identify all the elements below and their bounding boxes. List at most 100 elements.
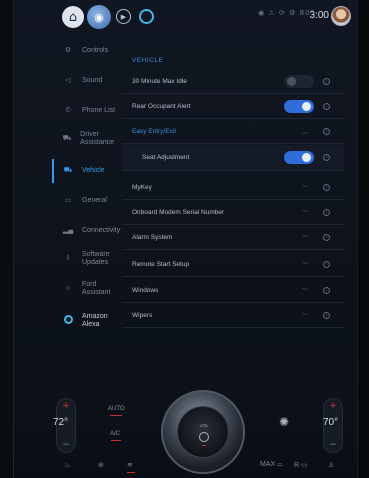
temp-down-icon[interactable]: − bbox=[57, 440, 75, 450]
sidebar-item-driver-assistance[interactable]: ⛟ Driver Assistance bbox=[14, 128, 114, 150]
row-windows[interactable]: Windows ﹀ i bbox=[122, 279, 344, 303]
rear-defrost-button[interactable]: R ▭ bbox=[294, 461, 308, 469]
steering-heat-icon[interactable]: ⊛ bbox=[98, 461, 104, 469]
rear-occupant-alert-toggle[interactable] bbox=[284, 100, 314, 113]
sidebar-item-label: Software Updates bbox=[82, 250, 110, 266]
status-icons: ◉ ⚠ ⟳ ⚙ 80° bbox=[258, 9, 315, 17]
sidebar-item-label: Vehicle bbox=[82, 166, 105, 174]
sidebar-item-label: Driver Assistance bbox=[80, 130, 115, 146]
chevron-down-icon[interactable]: ﹀ bbox=[302, 233, 308, 242]
volume-knob-center[interactable]: VOL bbox=[177, 406, 229, 458]
info-icon[interactable]: i bbox=[323, 184, 330, 191]
row-alarm-system[interactable]: Alarm System ﹀ i bbox=[122, 226, 344, 250]
info-icon[interactable]: i bbox=[323, 78, 330, 85]
fan-icon[interactable]: ✺ bbox=[279, 415, 289, 429]
seat-adjustment-toggle[interactable] bbox=[284, 151, 314, 164]
info-icon[interactable]: i bbox=[323, 234, 330, 241]
sidebar-item-label: Connectivity bbox=[82, 226, 121, 234]
row-onboard-modem-serial-number[interactable]: Onboard Modem Serial Number ﹀ i bbox=[122, 201, 344, 225]
clock: 3:00 bbox=[309, 10, 329, 21]
info-icon[interactable]: i bbox=[323, 261, 330, 268]
car-icon: ⛟ bbox=[62, 134, 72, 142]
seat-icon[interactable]: ♙ bbox=[328, 461, 334, 469]
max-idle-toggle[interactable] bbox=[284, 75, 314, 88]
sidebar-item-phone-list[interactable]: ✆ Phone List bbox=[14, 104, 122, 118]
chevron-down-icon[interactable]: ﹀ bbox=[302, 260, 308, 269]
row-30-minute-max-idle[interactable]: 30 Minute Max Idle i bbox=[122, 70, 344, 94]
seat-cool-icon[interactable]: ≋ bbox=[127, 461, 133, 469]
vehicle-icon: ⛟ bbox=[63, 166, 73, 174]
sidebar-item-connectivity[interactable]: ▂▄ Connectivity bbox=[14, 224, 122, 238]
max-defrost-label: MAX bbox=[260, 461, 276, 468]
left-bezel bbox=[0, 0, 14, 478]
alexa-icon bbox=[58, 314, 78, 327]
sidebar-item-label: General bbox=[82, 196, 107, 204]
sidebar-item-label: Phone List bbox=[82, 106, 116, 114]
row-label: Alarm System bbox=[132, 234, 173, 241]
row-label: MyKey bbox=[132, 184, 152, 191]
row-rear-occupant-alert[interactable]: Rear Occupant Alert i bbox=[122, 95, 344, 119]
sidebar-item-amazon-alexa[interactable]: Amazon Alexa bbox=[14, 310, 122, 332]
info-icon[interactable]: i bbox=[323, 103, 330, 110]
row-label: Easy Entry/Exit bbox=[132, 128, 177, 135]
home-icon[interactable]: ⌂ bbox=[62, 6, 84, 28]
sidebar-item-ford-assistant[interactable]: ☺ Ford Assistant bbox=[14, 278, 122, 300]
row-label: Seat Adjustment bbox=[142, 154, 190, 161]
row-seat-adjustment[interactable]: Seat Adjustment i bbox=[122, 145, 344, 171]
chevron-down-icon[interactable]: ﹀ bbox=[302, 311, 308, 320]
auto-button[interactable]: AUTO bbox=[108, 406, 125, 412]
sidebar-item-controls[interactable]: ⚙ Controls bbox=[14, 44, 122, 58]
alexa-icon[interactable] bbox=[139, 9, 154, 24]
vol-label: VOL bbox=[199, 423, 209, 428]
passenger-temp: 70° bbox=[323, 417, 339, 428]
status-icon-glyphs: ◉ ⚠ ⟳ ⚙ bbox=[258, 9, 297, 17]
signal-icon: ▂▄ bbox=[62, 226, 74, 234]
temp-up-icon[interactable]: + bbox=[324, 401, 342, 411]
row-label: Onboard Modem Serial Number bbox=[132, 209, 225, 216]
row-mykey[interactable]: MyKey ﹀ i bbox=[122, 176, 344, 200]
chevron-up-icon[interactable]: ︿ bbox=[302, 127, 308, 136]
sidebar-item-vehicle[interactable]: ⛟ Vehicle bbox=[14, 164, 122, 178]
info-icon[interactable]: i bbox=[323, 209, 330, 216]
vehicle-settings-panel: VEHICLE 30 Minute Max Idle i Rear Occupa… bbox=[122, 36, 350, 336]
settings-sidebar: ⚙ Controls ◁ Sound ✆ Phone List ⛟ Driver Ass… bbox=[14, 36, 122, 356]
person-icon: ☺ bbox=[64, 284, 72, 292]
sidebar-item-label: Controls bbox=[82, 46, 109, 54]
seat-heat-icon[interactable]: ♨ bbox=[64, 461, 70, 469]
sound-icon: ◁ bbox=[65, 76, 71, 84]
max-defrost-button[interactable]: MAX ⌓ bbox=[260, 461, 283, 469]
display-frame: ⌂ ◉ ▶ ◉ ⚠ ⟳ ⚙ 80° 3:00 ⚙ Controls ◁ Sound … bbox=[0, 0, 369, 478]
ac-button[interactable]: A/C bbox=[110, 431, 120, 437]
power-icon bbox=[199, 432, 209, 442]
profile-avatar[interactable] bbox=[331, 6, 351, 26]
row-label: Remote Start Setup bbox=[132, 261, 190, 268]
sidebar-item-software-updates[interactable]: ⇩ Software Updates bbox=[14, 248, 122, 270]
row-remote-start-setup[interactable]: Remote Start Setup ﹀ i bbox=[122, 253, 344, 277]
rear-defrost-label: R bbox=[294, 462, 300, 469]
sidebar-item-label: Ford Assistant bbox=[82, 280, 111, 296]
play-icon[interactable]: ▶ bbox=[116, 9, 131, 24]
info-icon[interactable]: i bbox=[323, 287, 330, 294]
ac-indicator bbox=[111, 440, 121, 441]
info-icon[interactable]: i bbox=[323, 154, 330, 161]
sidebar-item-general[interactable]: ▭ General bbox=[14, 194, 122, 208]
app-icon[interactable]: ◉ bbox=[87, 5, 111, 29]
bottom-controls: ♨ ⊛ ≋ MAX ⌓ R ▭ ♙ bbox=[14, 455, 357, 478]
temp-up-icon[interactable]: + bbox=[57, 401, 75, 411]
chevron-down-icon[interactable]: ﹀ bbox=[302, 183, 308, 192]
row-label: Windows bbox=[132, 287, 159, 294]
info-icon[interactable]: i bbox=[323, 312, 330, 319]
row-wipers[interactable]: Wipers ﹀ i bbox=[122, 304, 344, 328]
row-easy-entry-exit[interactable]: Easy Entry/Exit ︿ i bbox=[122, 120, 344, 144]
power-indicator bbox=[202, 445, 206, 446]
chevron-down-icon[interactable]: ﹀ bbox=[302, 208, 308, 217]
sidebar-item-label: Amazon Alexa bbox=[82, 312, 108, 328]
section-header: VEHICLE bbox=[132, 57, 164, 64]
driver-temp: 72° bbox=[53, 417, 69, 428]
controls-icon: ⚙ bbox=[64, 46, 72, 54]
chevron-down-icon[interactable]: ﹀ bbox=[302, 286, 308, 295]
temp-down-icon[interactable]: − bbox=[324, 440, 342, 450]
info-icon[interactable]: i bbox=[323, 128, 330, 135]
sidebar-item-sound[interactable]: ◁ Sound bbox=[14, 74, 122, 88]
top-bar: ⌂ ◉ ▶ ◉ ⚠ ⟳ ⚙ 80° 3:00 bbox=[14, 0, 357, 34]
